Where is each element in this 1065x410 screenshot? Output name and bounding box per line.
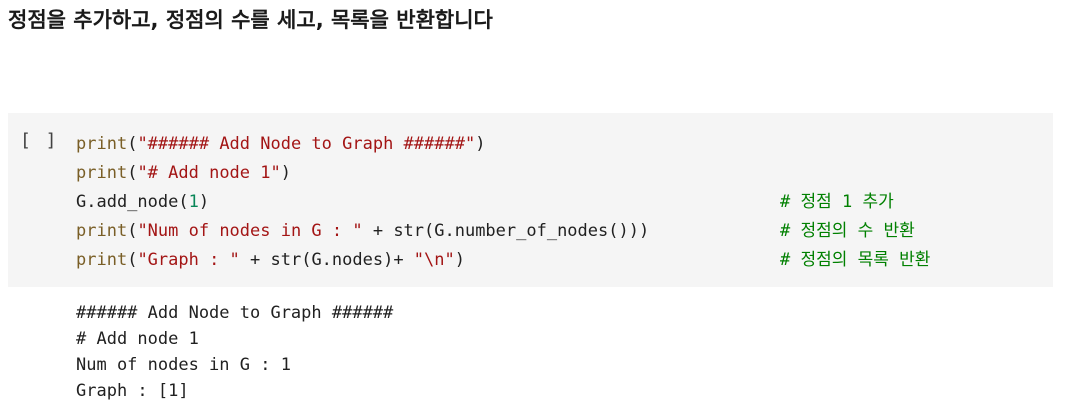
code-comment: # 정점 1 추가 bbox=[780, 192, 894, 212]
code-token: G.add_node( bbox=[76, 192, 189, 212]
code-line: G.add_node(1) # 정점 1 추가 bbox=[76, 188, 1036, 217]
code-token: ( bbox=[127, 163, 138, 183]
output-line: # Add node 1 bbox=[76, 329, 199, 349]
code-token: "###### Add Node to Graph ######" bbox=[137, 134, 476, 154]
code-token: print bbox=[76, 163, 128, 183]
code-token: "Graph : " bbox=[137, 250, 240, 270]
code-line: print("###### Add Node to Graph ######") bbox=[76, 130, 1036, 159]
code-token: + str(G.nodes)+ bbox=[239, 250, 414, 270]
code-line: print("Num of nodes in G : " + str(G.num… bbox=[76, 217, 1036, 246]
code-token: "Num of nodes in G : " bbox=[137, 221, 363, 241]
code-comment: # 정점의 목록 반환 bbox=[780, 250, 931, 270]
code-token: print bbox=[76, 250, 128, 270]
output-line: Graph : [1] bbox=[76, 381, 189, 401]
code-token: print bbox=[76, 134, 128, 154]
code-token: ) bbox=[280, 163, 291, 183]
code-token: ) bbox=[475, 134, 486, 154]
section-heading: 정점을 추가하고, 정점의 수를 세고, 목록을 반환합니다 bbox=[8, 8, 493, 32]
run-cell-prompt[interactable]: [ ] bbox=[20, 130, 59, 151]
code-comment: # 정점의 수 반환 bbox=[780, 221, 915, 241]
code-token: ( bbox=[127, 221, 138, 241]
code-token: print bbox=[76, 221, 128, 241]
code-token: ( bbox=[127, 250, 138, 270]
cell-output: ###### Add Node to Graph ###### # Add nod… bbox=[76, 300, 393, 404]
output-line: Num of nodes in G : 1 bbox=[76, 355, 291, 375]
code-line: print("Graph : " + str(G.nodes)+ "\n") # … bbox=[76, 246, 1036, 275]
code-line: print("# Add node 1") bbox=[76, 159, 1036, 188]
code-token: 1 bbox=[188, 192, 199, 212]
code-token: "\n" bbox=[413, 250, 455, 270]
code-editor[interactable]: print("###### Add Node to Graph ######")… bbox=[76, 130, 1036, 275]
code-token: "# Add node 1" bbox=[137, 163, 281, 183]
code-token: ) bbox=[454, 250, 465, 270]
code-token: ) bbox=[198, 192, 210, 212]
code-token: + str(G.number_of_nodes())) bbox=[362, 221, 650, 241]
output-line: ###### Add Node to Graph ###### bbox=[76, 303, 394, 323]
code-cell[interactable]: [ ] print("###### Add Node to Graph ####… bbox=[8, 113, 1053, 287]
code-token: ( bbox=[127, 134, 138, 154]
